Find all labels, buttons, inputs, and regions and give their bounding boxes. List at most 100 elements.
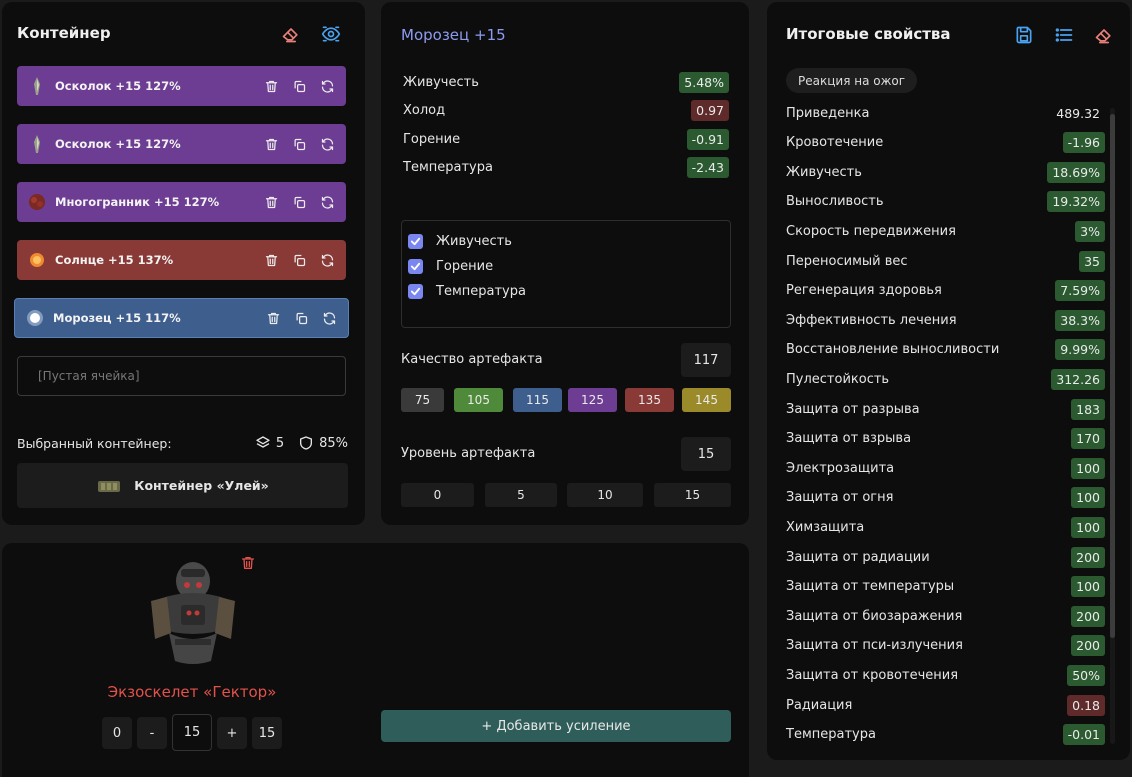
- level-option-button[interactable]: 5: [485, 483, 557, 507]
- save-icon: [1016, 26, 1032, 44]
- copy-icon[interactable]: [290, 135, 308, 153]
- clear-properties-button[interactable]: [1092, 23, 1116, 47]
- property-value-badge: 0.18: [1067, 694, 1105, 716]
- property-name: Защита от радиации: [786, 549, 930, 565]
- property-checklist: Живучесть Горение Температура: [401, 220, 731, 328]
- property-checkbox-row[interactable]: Температура: [408, 279, 724, 304]
- remove-armor-button[interactable]: [236, 551, 260, 575]
- quality-option-button[interactable]: 105: [454, 388, 503, 412]
- property-value-badge: 100: [1071, 576, 1105, 598]
- copy-icon[interactable]: [290, 77, 308, 95]
- property-row: Химзащита 100: [786, 515, 1105, 539]
- quality-option-button[interactable]: 135: [625, 388, 674, 412]
- add-upgrade-button[interactable]: + Добавить усиление: [381, 710, 731, 742]
- checkbox-checked[interactable]: [408, 234, 423, 249]
- check-icon: [410, 262, 421, 271]
- property-row: Переносимый вес 35: [786, 249, 1105, 273]
- empty-slot[interactable]: [Пустая ячейка]: [17, 356, 346, 396]
- quality-option-button[interactable]: 145: [682, 388, 731, 412]
- scrollbar-thumb[interactable]: [1110, 114, 1115, 638]
- upgrade-max-button[interactable]: 15: [252, 717, 282, 749]
- property-value-badge: 100: [1071, 487, 1105, 509]
- selected-container-label: Выбранный контейнер:: [17, 435, 172, 451]
- trash-icon[interactable]: [262, 251, 280, 269]
- property-row: Защита от огня 100: [786, 486, 1105, 510]
- checkbox-checked[interactable]: [408, 284, 423, 299]
- property-name: Регенерация здоровья: [786, 283, 942, 299]
- property-value-badge: 50%: [1067, 664, 1105, 686]
- container-slot[interactable]: Многогранник +15 127%: [17, 182, 346, 222]
- property-checkbox-row[interactable]: Живучесть: [408, 229, 724, 254]
- container-slot[interactable]: Морозец +15 117%: [14, 298, 349, 338]
- stat-value-badge: -0.91: [686, 128, 729, 150]
- burn-reaction-chip[interactable]: Реакция на ожог: [786, 68, 918, 93]
- stat-name: Живучесть: [403, 74, 479, 90]
- container-select-button[interactable]: Контейнер «Улей»: [17, 463, 348, 508]
- copy-icon[interactable]: [290, 193, 308, 211]
- quality-option-button[interactable]: 115: [513, 388, 562, 412]
- protection-stat: 85%: [298, 435, 348, 451]
- quality-option-button[interactable]: 125: [568, 388, 617, 412]
- trash-icon[interactable]: [264, 309, 282, 327]
- slot-actions: [264, 309, 338, 327]
- level-option-button[interactable]: 15: [654, 483, 731, 507]
- property-name: Выносливость: [786, 194, 884, 210]
- refresh-icon[interactable]: [318, 193, 336, 211]
- stat-name: Горение: [403, 131, 461, 147]
- property-row: Эффективность лечения 38.3%: [786, 308, 1105, 332]
- property-name: Приведенка: [786, 105, 870, 121]
- upgrade-min-button[interactable]: 0: [102, 717, 132, 749]
- container-slot[interactable]: Осколок +15 127%: [17, 124, 346, 164]
- upgrade-decrement-button[interactable]: -: [137, 717, 167, 749]
- copy-icon[interactable]: [290, 251, 308, 269]
- slot-label: Солнце +15 137%: [55, 253, 174, 267]
- trash-icon[interactable]: [262, 135, 280, 153]
- level-label: Уровень артефакта: [401, 446, 536, 461]
- quality-input[interactable]: 117: [681, 343, 731, 377]
- property-row: Защита от кровотечения 50%: [786, 663, 1105, 687]
- container-title: Контейнер: [17, 24, 111, 42]
- refresh-icon[interactable]: [318, 77, 336, 95]
- checkbox-checked[interactable]: [408, 259, 423, 274]
- artifact-stat-row: Холод 0.97: [403, 98, 729, 122]
- trash-icon[interactable]: [262, 77, 280, 95]
- refresh-icon[interactable]: [318, 135, 336, 153]
- container-slot[interactable]: Осколок +15 127%: [17, 66, 346, 106]
- level-option-button[interactable]: 0: [401, 483, 474, 507]
- list-icon: [1055, 28, 1073, 42]
- level-option-button[interactable]: 10: [567, 483, 643, 507]
- shield-icon: [300, 436, 313, 450]
- eraser-icon: [282, 28, 298, 43]
- upgrade-increment-button[interactable]: +: [217, 717, 247, 749]
- toggle-visibility-button[interactable]: [319, 22, 343, 46]
- stat-value-badge: 5.48%: [679, 71, 729, 93]
- property-row: Регенерация здоровья 7.59%: [786, 279, 1105, 303]
- artifact-panel: Морозец +15 Живучесть 5.48% Холод 0.97 Горен…: [381, 2, 749, 525]
- property-name: Защита от биозаражения: [786, 608, 963, 624]
- level-input[interactable]: 15: [681, 437, 731, 471]
- save-button[interactable]: [1012, 23, 1036, 47]
- property-row: Электрозащита 100: [786, 456, 1105, 480]
- property-value-badge: 9.99%: [1055, 339, 1105, 361]
- quality-option-button[interactable]: 75: [401, 388, 444, 412]
- property-row: Кровотечение -1.96: [786, 131, 1105, 155]
- slots-count-stat: 5: [255, 435, 284, 451]
- property-name: Восстановление выносливости: [786, 342, 1000, 358]
- clear-container-button[interactable]: [279, 22, 303, 46]
- check-icon: [410, 287, 421, 296]
- check-icon: [410, 237, 421, 246]
- container-slot[interactable]: Солнце +15 137%: [17, 240, 346, 280]
- trash-icon[interactable]: [262, 193, 280, 211]
- refresh-icon[interactable]: [318, 251, 336, 269]
- property-checkbox-row[interactable]: Горение: [408, 254, 724, 279]
- refresh-icon[interactable]: [320, 309, 338, 327]
- upgrade-level-input[interactable]: 15: [172, 714, 212, 751]
- property-row: Восстановление выносливости 9.99%: [786, 338, 1105, 362]
- property-name: Защита от взрыва: [786, 431, 912, 447]
- layers-icon: [256, 436, 270, 448]
- property-row: Защита от температуры 100: [786, 575, 1105, 599]
- slot-label: Осколок +15 127%: [55, 137, 181, 151]
- list-view-button[interactable]: [1052, 23, 1076, 47]
- copy-icon[interactable]: [292, 309, 310, 327]
- property-value-badge: 183: [1071, 398, 1105, 420]
